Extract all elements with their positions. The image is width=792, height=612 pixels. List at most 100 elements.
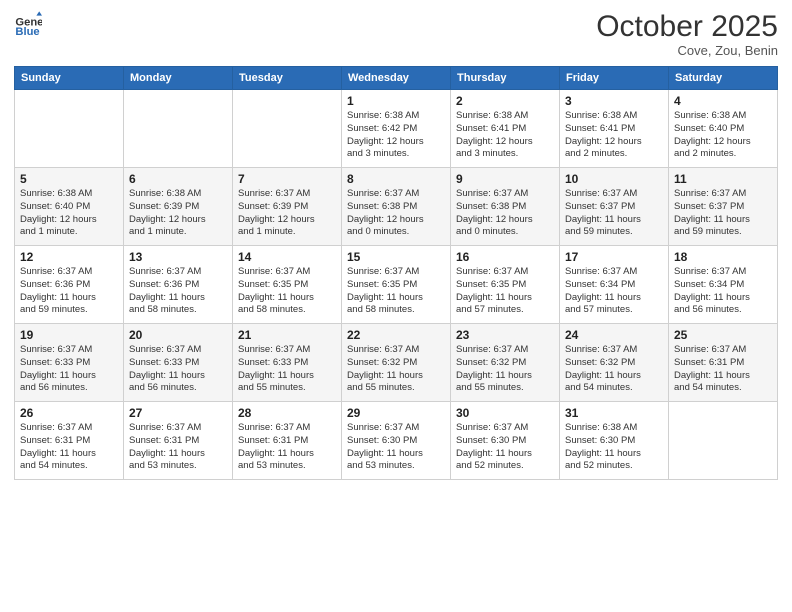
calendar-cell-3-6: 25 Sunrise: 6:37 AM Sunset: 6:31 PM Dayli… (669, 324, 778, 402)
day-number: 4 (674, 94, 772, 108)
calendar-cell-1-1: 6 Sunrise: 6:38 AM Sunset: 6:39 PM Daylig… (124, 168, 233, 246)
header-thursday: Thursday (451, 67, 560, 90)
day-number: 3 (565, 94, 663, 108)
calendar-cell-1-6: 11 Sunrise: 6:37 AM Sunset: 6:37 PM Dayli… (669, 168, 778, 246)
day-info: Sunrise: 6:37 AM Sunset: 6:37 PM Dayligh… (565, 188, 663, 239)
day-info: Sunrise: 6:37 AM Sunset: 6:30 PM Dayligh… (347, 422, 445, 473)
day-number: 15 (347, 250, 445, 264)
header-monday: Monday (124, 67, 233, 90)
calendar-cell-3-4: 23Sunrise: 6:37 AM Sunset: 6:32 PM Dayli… (451, 324, 560, 402)
week-row-1: 5Sunrise: 6:38 AM Sunset: 6:40 PM Daylig… (15, 168, 778, 246)
day-info: Sunrise: 6:38 AM Sunset: 6:40 PM Dayligh… (20, 188, 118, 239)
svg-text:Blue: Blue (15, 26, 39, 38)
calendar-header-row: Sunday Monday Tuesday Wednesday Thursday… (15, 67, 778, 90)
month-title: October 2025 (596, 10, 778, 43)
day-number: 18 (674, 250, 772, 264)
day-number: 6 (129, 172, 227, 186)
logo: General Blue (14, 10, 42, 38)
calendar-cell-3-1: 20Sunrise: 6:37 AM Sunset: 6:33 PM Dayli… (124, 324, 233, 402)
calendar-cell-0-0 (15, 90, 124, 168)
day-number: 31 (565, 406, 663, 420)
day-info: Sunrise: 6:37 AM Sunset: 6:35 PM Dayligh… (456, 266, 554, 317)
day-number: 16 (456, 250, 554, 264)
day-number: 28 (238, 406, 336, 420)
day-number: 8 (347, 172, 445, 186)
day-number: 7 (238, 172, 336, 186)
calendar-cell-3-2: 21Sunrise: 6:37 AM Sunset: 6:33 PM Dayli… (233, 324, 342, 402)
calendar-cell-0-2 (233, 90, 342, 168)
calendar-cell-2-4: 16 Sunrise: 6:37 AM Sunset: 6:35 PM Dayli… (451, 246, 560, 324)
day-info: Sunrise: 6:37 AM Sunset: 6:32 PM Dayligh… (565, 344, 663, 395)
day-number: 20 (129, 328, 227, 342)
day-info: Sunrise: 6:37 AM Sunset: 6:31 PM Dayligh… (20, 422, 118, 473)
day-number: 11 (674, 172, 772, 186)
day-info: Sunrise: 6:37 AM Sunset: 6:35 PM Dayligh… (347, 266, 445, 317)
day-info: Sunrise: 6:37 AM Sunset: 6:31 PM Dayligh… (674, 344, 772, 395)
day-number: 21 (238, 328, 336, 342)
day-info: Sunrise: 6:37 AM Sunset: 6:37 PM Dayligh… (674, 188, 772, 239)
calendar-cell-1-5: 10 Sunrise: 6:37 AM Sunset: 6:37 PM Dayli… (560, 168, 669, 246)
day-number: 2 (456, 94, 554, 108)
header: General Blue October 2025 Cove, Zou, Ben… (14, 10, 778, 58)
day-info: Sunrise: 6:38 AM Sunset: 6:41 PM Dayligh… (456, 110, 554, 161)
day-number: 19 (20, 328, 118, 342)
day-info: Sunrise: 6:37 AM Sunset: 6:31 PM Dayligh… (238, 422, 336, 473)
calendar-cell-0-6: 4 Sunrise: 6:38 AM Sunset: 6:40 PM Daylig… (669, 90, 778, 168)
day-number: 10 (565, 172, 663, 186)
calendar-table: Sunday Monday Tuesday Wednesday Thursday… (14, 66, 778, 480)
day-number: 17 (565, 250, 663, 264)
day-info: Sunrise: 6:37 AM Sunset: 6:36 PM Dayligh… (20, 266, 118, 317)
day-number: 14 (238, 250, 336, 264)
day-info: Sunrise: 6:37 AM Sunset: 6:33 PM Dayligh… (20, 344, 118, 395)
week-row-2: 12 Sunrise: 6:37 AM Sunset: 6:36 PM Dayli… (15, 246, 778, 324)
calendar-cell-0-4: 2 Sunrise: 6:38 AM Sunset: 6:41 PM Daylig… (451, 90, 560, 168)
day-info: Sunrise: 6:37 AM Sunset: 6:38 PM Dayligh… (456, 188, 554, 239)
day-number: 26 (20, 406, 118, 420)
week-row-0: 1Sunrise: 6:38 AM Sunset: 6:42 PM Daylig… (15, 90, 778, 168)
calendar-cell-4-0: 26 Sunrise: 6:37 AM Sunset: 6:31 PM Dayli… (15, 402, 124, 480)
day-number: 29 (347, 406, 445, 420)
calendar-cell-2-2: 14 Sunrise: 6:37 AM Sunset: 6:35 PM Dayli… (233, 246, 342, 324)
calendar-cell-1-0: 5Sunrise: 6:38 AM Sunset: 6:40 PM Daylig… (15, 168, 124, 246)
day-number: 9 (456, 172, 554, 186)
day-number: 23 (456, 328, 554, 342)
day-info: Sunrise: 6:37 AM Sunset: 6:36 PM Dayligh… (129, 266, 227, 317)
day-info: Sunrise: 6:37 AM Sunset: 6:39 PM Dayligh… (238, 188, 336, 239)
calendar-cell-2-5: 17 Sunrise: 6:37 AM Sunset: 6:34 PM Dayli… (560, 246, 669, 324)
calendar-cell-2-1: 13 Sunrise: 6:37 AM Sunset: 6:36 PM Dayli… (124, 246, 233, 324)
calendar-cell-4-1: 27Sunrise: 6:37 AM Sunset: 6:31 PM Dayli… (124, 402, 233, 480)
title-area: October 2025 Cove, Zou, Benin (596, 10, 778, 58)
day-number: 24 (565, 328, 663, 342)
calendar-cell-1-4: 9 Sunrise: 6:37 AM Sunset: 6:38 PM Daylig… (451, 168, 560, 246)
day-info: Sunrise: 6:37 AM Sunset: 6:34 PM Dayligh… (674, 266, 772, 317)
header-wednesday: Wednesday (342, 67, 451, 90)
calendar-cell-3-0: 19 Sunrise: 6:37 AM Sunset: 6:33 PM Dayli… (15, 324, 124, 402)
day-number: 12 (20, 250, 118, 264)
calendar-cell-4-6 (669, 402, 778, 480)
day-info: Sunrise: 6:37 AM Sunset: 6:35 PM Dayligh… (238, 266, 336, 317)
day-info: Sunrise: 6:38 AM Sunset: 6:40 PM Dayligh… (674, 110, 772, 161)
page: General Blue October 2025 Cove, Zou, Ben… (0, 0, 792, 612)
day-info: Sunrise: 6:38 AM Sunset: 6:30 PM Dayligh… (565, 422, 663, 473)
calendar-cell-3-3: 22 Sunrise: 6:37 AM Sunset: 6:32 PM Dayli… (342, 324, 451, 402)
day-number: 13 (129, 250, 227, 264)
week-row-4: 26 Sunrise: 6:37 AM Sunset: 6:31 PM Dayli… (15, 402, 778, 480)
day-number: 25 (674, 328, 772, 342)
week-row-3: 19 Sunrise: 6:37 AM Sunset: 6:33 PM Dayli… (15, 324, 778, 402)
calendar-cell-1-3: 8Sunrise: 6:37 AM Sunset: 6:38 PM Daylig… (342, 168, 451, 246)
day-info: Sunrise: 6:38 AM Sunset: 6:41 PM Dayligh… (565, 110, 663, 161)
day-number: 22 (347, 328, 445, 342)
header-friday: Friday (560, 67, 669, 90)
day-number: 27 (129, 406, 227, 420)
header-tuesday: Tuesday (233, 67, 342, 90)
calendar-cell-1-2: 7 Sunrise: 6:37 AM Sunset: 6:39 PM Daylig… (233, 168, 342, 246)
day-info: Sunrise: 6:37 AM Sunset: 6:34 PM Dayligh… (565, 266, 663, 317)
header-sunday: Sunday (15, 67, 124, 90)
calendar-cell-4-5: 31 Sunrise: 6:38 AM Sunset: 6:30 PM Dayli… (560, 402, 669, 480)
day-info: Sunrise: 6:38 AM Sunset: 6:42 PM Dayligh… (347, 110, 445, 161)
logo-icon: General Blue (14, 10, 42, 38)
calendar-cell-2-0: 12 Sunrise: 6:37 AM Sunset: 6:36 PM Dayli… (15, 246, 124, 324)
calendar-cell-2-6: 18 Sunrise: 6:37 AM Sunset: 6:34 PM Dayli… (669, 246, 778, 324)
day-info: Sunrise: 6:37 AM Sunset: 6:32 PM Dayligh… (347, 344, 445, 395)
day-info: Sunrise: 6:38 AM Sunset: 6:39 PM Dayligh… (129, 188, 227, 239)
